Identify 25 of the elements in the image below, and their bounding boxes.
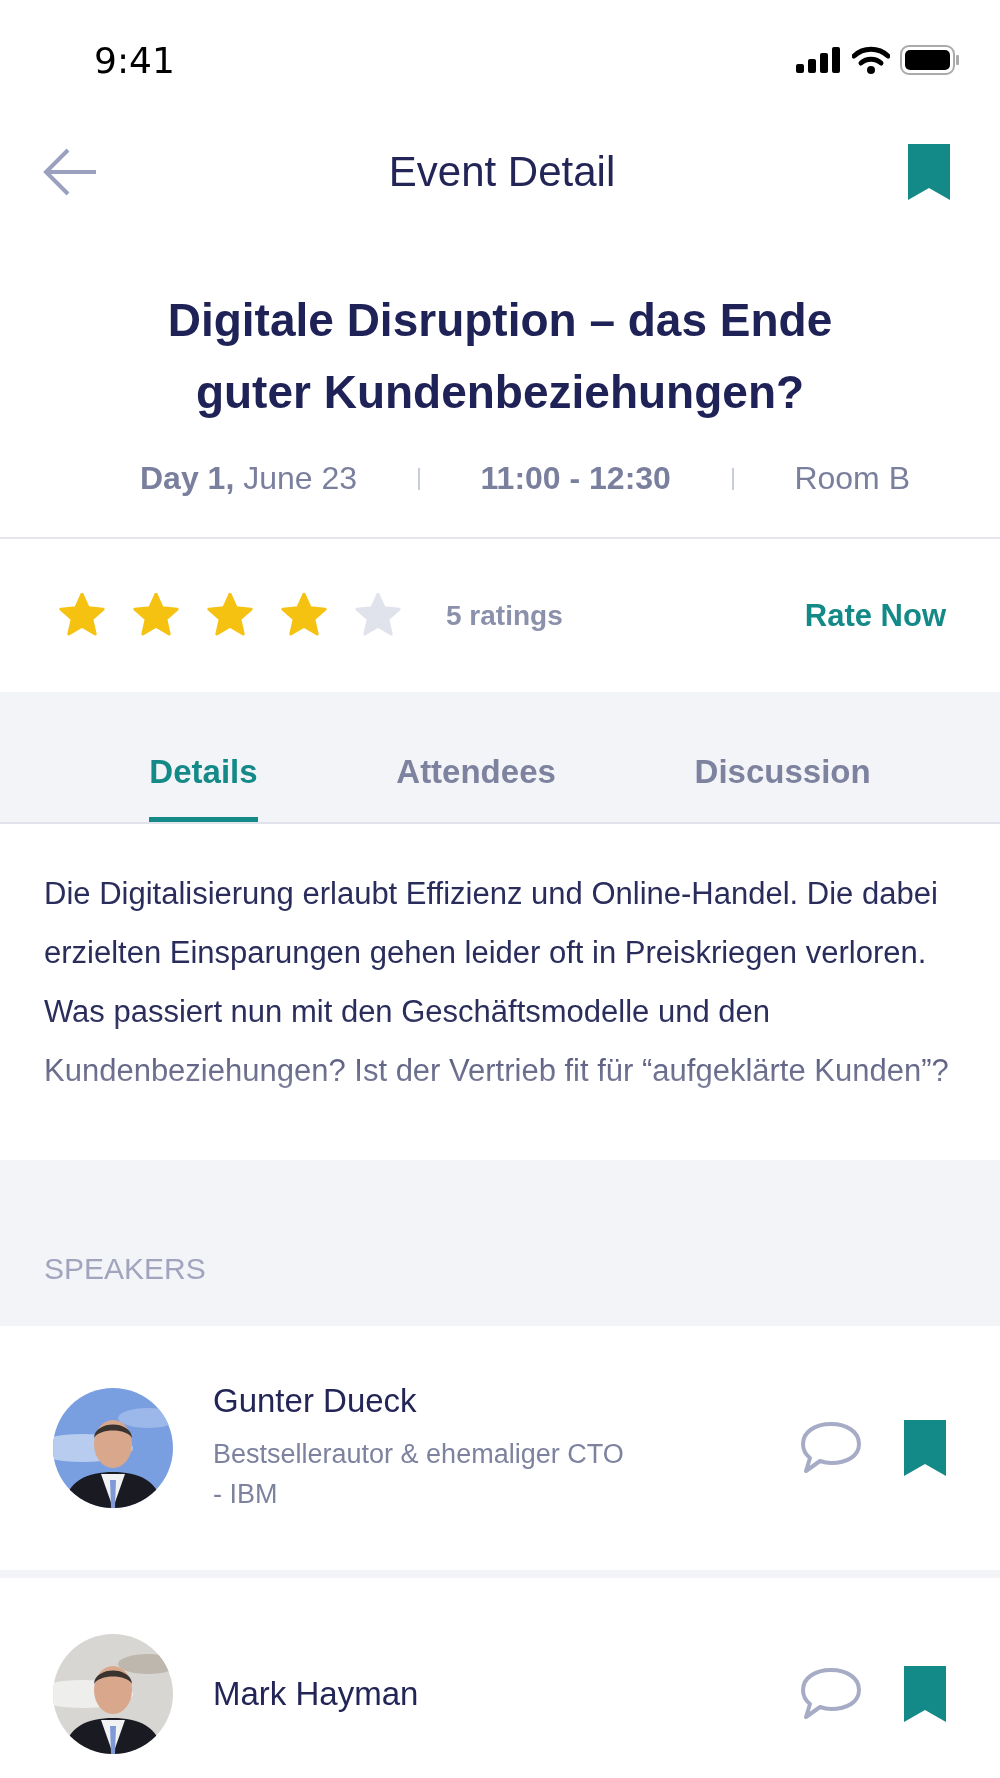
screen-title: Event Detail [388,148,616,196]
rate-now-link[interactable]: Rate Now [804,597,946,634]
signal-icon [796,47,842,73]
bookmark-button[interactable] [902,1418,948,1478]
battery-icon [900,45,960,75]
tab[interactable]: Discussion [694,753,871,822]
speaker-name: Gunter Dueck [213,1382,418,1420]
event-room: Room B [794,460,910,497]
speaker-name: Mark Hayman [213,1675,420,1713]
chat-button[interactable] [800,1666,862,1722]
section-heading: SPEAKERS [44,1252,206,1286]
wifi-icon [852,46,890,74]
bookmark-button[interactable] [902,1664,948,1724]
event-date: Day 1, June 23 [140,460,358,497]
status-time: 9:41 [94,39,175,81]
event-time: 11:00 - 12:30 [480,460,671,497]
tab[interactable]: Attendees [396,753,556,822]
back-button[interactable] [42,147,98,197]
speaker-title: Bestsellerautor & ehemaliger CTO - IBM [213,1438,625,1511]
event-description: Die Digitalisierung erlaubt Effizienz und Online-Handel. Die dabei erzielten Einsparungen gehen leider oft in Preiskriegen verloren. Was passiert nun mit den Geschäftsmodelle und den Kundenbeziehungen? Ist der Vertrieb fit für “aufgeklärte Kunden”? [44,875,950,1090]
event-title: Digitale Disruption – das Ende guter Kundenbeziehungen? [166,293,834,420]
rating-count: 5 ratings [446,599,563,632]
tab[interactable]: Details [149,753,258,822]
bookmark-button[interactable] [906,142,952,202]
chat-button[interactable] [800,1420,862,1476]
